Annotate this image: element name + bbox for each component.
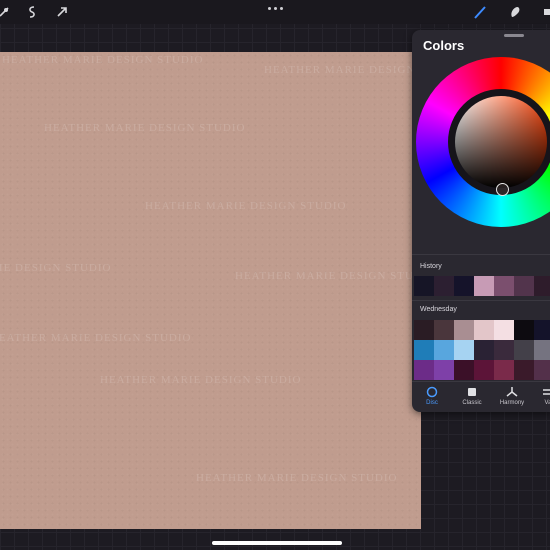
color-swatch[interactable] bbox=[494, 276, 514, 296]
color-swatch[interactable] bbox=[494, 340, 514, 360]
palette-row bbox=[414, 340, 550, 360]
watermark-text: HEATHER MARIE DESIGN STUDIO bbox=[264, 64, 421, 76]
color-swatch[interactable] bbox=[494, 360, 514, 380]
tab-label: Classic bbox=[462, 400, 482, 406]
color-swatch[interactable] bbox=[454, 276, 474, 296]
divider bbox=[412, 254, 550, 255]
brush-icon[interactable] bbox=[471, 3, 489, 21]
color-swatch[interactable] bbox=[434, 276, 454, 296]
square-icon bbox=[468, 388, 476, 396]
smudge-icon[interactable] bbox=[506, 3, 524, 21]
top-toolbar bbox=[0, 0, 550, 24]
color-swatch[interactable] bbox=[414, 360, 434, 380]
color-swatch[interactable] bbox=[474, 276, 494, 296]
selection-icon[interactable] bbox=[23, 3, 41, 21]
panel-title: Colors bbox=[423, 38, 465, 53]
color-swatch[interactable] bbox=[454, 340, 474, 360]
sliders-icon bbox=[543, 389, 550, 395]
panel-grabber[interactable] bbox=[504, 34, 524, 37]
tab-harmony[interactable]: Harmony bbox=[495, 382, 529, 412]
tab-label: Va bbox=[544, 400, 550, 406]
color-swatch[interactable] bbox=[514, 276, 534, 296]
color-swatch[interactable] bbox=[474, 360, 494, 380]
color-swatch[interactable] bbox=[434, 360, 454, 380]
color-swatch[interactable] bbox=[414, 320, 434, 340]
color-swatch[interactable] bbox=[494, 320, 514, 340]
home-indicator[interactable] bbox=[212, 541, 342, 545]
color-swatch[interactable] bbox=[434, 320, 454, 340]
tab-label: Harmony bbox=[499, 400, 525, 406]
color-mode-tabs: Disc Classic Harmony Va bbox=[412, 382, 550, 412]
color-swatch[interactable] bbox=[534, 340, 550, 360]
color-swatch[interactable] bbox=[474, 340, 494, 360]
drawing-canvas[interactable]: HEATHER MARIE DESIGN STUDIO HEATHER MARI… bbox=[0, 52, 421, 529]
color-swatch[interactable] bbox=[534, 360, 550, 380]
color-swatch[interactable] bbox=[534, 276, 550, 296]
watermark-text: HEATHER MARIE DESIGN STUDIO bbox=[100, 374, 302, 386]
tab-label: Disc bbox=[426, 400, 438, 406]
transform-icon[interactable] bbox=[53, 3, 71, 21]
watermark-text: HEATHER MARIE DESIGN STUDIO bbox=[0, 332, 192, 344]
color-swatch[interactable] bbox=[514, 340, 534, 360]
color-swatch[interactable] bbox=[454, 320, 474, 340]
palette-label: Wednesday bbox=[420, 306, 457, 313]
watermark-text: HEATHER MARIE DESIGN STUDIO bbox=[235, 270, 421, 282]
ellipsis-icon[interactable] bbox=[266, 4, 284, 12]
disc-icon bbox=[426, 386, 438, 398]
color-swatch[interactable] bbox=[474, 320, 494, 340]
harmony-icon bbox=[506, 387, 518, 397]
history-swatches bbox=[414, 276, 550, 296]
history-label: History bbox=[420, 263, 442, 270]
divider bbox=[412, 300, 550, 301]
color-swatch[interactable] bbox=[514, 320, 534, 340]
color-swatch[interactable] bbox=[414, 276, 434, 296]
palette-row bbox=[414, 320, 550, 340]
color-swatch[interactable] bbox=[434, 340, 454, 360]
eraser-icon[interactable] bbox=[540, 3, 550, 21]
adjustments-icon[interactable] bbox=[0, 3, 13, 21]
palette-row bbox=[414, 360, 550, 380]
color-swatch[interactable] bbox=[414, 340, 434, 360]
tab-disc[interactable]: Disc bbox=[415, 382, 449, 412]
tab-value[interactable]: Va bbox=[531, 382, 550, 412]
watermark-text: HEATHER MARIE DESIGN STUDIO bbox=[196, 472, 398, 484]
color-swatch[interactable] bbox=[534, 320, 550, 340]
watermark-text: HEATHER MARIE DESIGN STUDIO bbox=[2, 54, 204, 66]
color-picker-knob[interactable] bbox=[496, 183, 509, 196]
color-swatch[interactable] bbox=[454, 360, 474, 380]
watermark-text: HEATHER MARIE DESIGN STUDIO bbox=[44, 122, 246, 134]
saturation-brightness-disc[interactable] bbox=[455, 96, 547, 188]
tab-classic[interactable]: Classic bbox=[455, 382, 489, 412]
colors-panel: Colors History Wednesday Disc Classic Ha… bbox=[412, 30, 550, 412]
color-swatch[interactable] bbox=[514, 360, 534, 380]
watermark-text: HEATHER MARIE DESIGN STUDIO bbox=[145, 200, 347, 212]
watermark-text: HEATHER MARIE DESIGN STUDIO bbox=[0, 262, 112, 274]
